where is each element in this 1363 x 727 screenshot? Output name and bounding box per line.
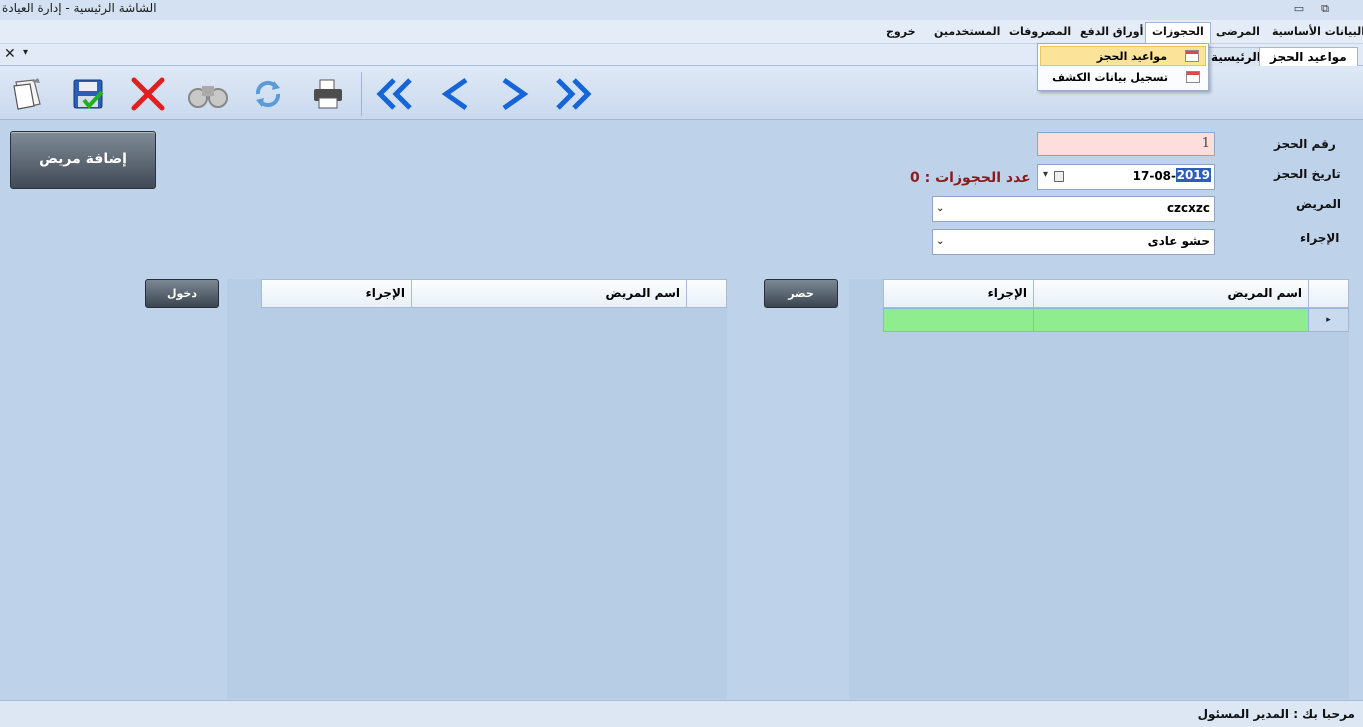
- booking-date-day-month: 17-08-: [1132, 169, 1176, 183]
- last-record-button[interactable]: [550, 74, 596, 114]
- add-patient-button[interactable]: إضافة مريض: [10, 131, 156, 189]
- minimize-icon[interactable]: ▭: [1290, 1, 1308, 17]
- menu-basic-data[interactable]: البيانات الأساسية: [1266, 23, 1363, 42]
- attended-grid: [227, 279, 727, 699]
- refresh-button[interactable]: [248, 74, 288, 114]
- menu-users[interactable]: المستخدمين: [928, 23, 1006, 42]
- table-row[interactable]: [1033, 308, 1309, 332]
- procedure-label: الإجراء: [1300, 231, 1340, 245]
- bookings-count: عدد الحجوزات : 0: [910, 170, 1031, 186]
- new-button[interactable]: [8, 74, 48, 114]
- previous-record-button[interactable]: [436, 74, 476, 114]
- window-title: الشاشة الرئيسية - إدارة العيادة: [2, 1, 157, 15]
- calendar-icon[interactable]: [1054, 171, 1064, 182]
- delete-button[interactable]: [128, 74, 168, 114]
- next-icon: [502, 77, 529, 111]
- calendar-icon: [1185, 50, 1199, 62]
- grid-column-patient-name[interactable]: اسم المريض: [1033, 279, 1309, 308]
- refresh-icon: [255, 80, 281, 108]
- print-button[interactable]: [308, 74, 348, 114]
- menu-payment-papers[interactable]: أوراق الدفع: [1074, 23, 1149, 42]
- bookings-count-value: 0: [910, 170, 920, 186]
- toolbar-separator: [361, 72, 362, 116]
- chevron-down-icon[interactable]: ▾: [23, 47, 28, 58]
- title-bar: الشاشة الرئيسية - إدارة العيادة ▭ ⧉: [0, 0, 1363, 20]
- booking-date-label: تاريخ الحجز: [1274, 167, 1341, 181]
- enter-button[interactable]: دخول: [145, 279, 219, 308]
- status-bar: مرحبا بك : المدير المسئول: [0, 700, 1363, 727]
- delete-icon: [131, 77, 165, 111]
- menu-exit[interactable]: خروج: [880, 23, 922, 42]
- bookings-dropdown-menu: مواعيد الحجز تسجيل بيانات الكشف: [1037, 43, 1209, 91]
- grid-column-patient-name[interactable]: اسم المريض: [411, 279, 687, 308]
- chevron-down-icon[interactable]: ⌄: [936, 236, 944, 247]
- restore-icon[interactable]: ⧉: [1316, 1, 1334, 17]
- new-icon: [13, 78, 41, 110]
- grid-column-procedure[interactable]: الإجراء: [261, 279, 412, 308]
- patient-value: czcxzc: [1166, 201, 1210, 215]
- procedure-select[interactable]: حشو عادى ⌄: [932, 229, 1215, 255]
- search-icon: [188, 86, 228, 108]
- chevron-down-icon[interactable]: ⌄: [936, 203, 944, 214]
- print-icon: [314, 79, 342, 109]
- first-record-button[interactable]: [372, 74, 418, 114]
- dropdown-item-record-examination[interactable]: تسجيل بيانات الكشف: [1040, 68, 1206, 88]
- booking-date-year: 2019: [1175, 168, 1211, 182]
- next-record-button[interactable]: [494, 74, 534, 114]
- menu-bookings[interactable]: الحجوزات: [1145, 22, 1211, 44]
- menu-expenses[interactable]: المصروفات: [1003, 23, 1077, 42]
- patient-select[interactable]: czcxzc ⌄: [932, 196, 1215, 222]
- booking-date-picker[interactable]: 2019 17-08- ▾: [1037, 164, 1215, 190]
- booking-number-label: رقم الحجز: [1274, 137, 1336, 151]
- grid-column-procedure[interactable]: الإجراء: [883, 279, 1034, 308]
- bookings-grid: [849, 279, 1349, 699]
- procedure-value: حشو عادى: [1147, 234, 1210, 248]
- row-selector-icon[interactable]: ▸: [1308, 308, 1349, 332]
- save-button[interactable]: [68, 74, 108, 114]
- search-button[interactable]: [186, 74, 228, 114]
- chevron-down-icon[interactable]: ▾: [1043, 169, 1048, 180]
- menu-patients[interactable]: المرضى: [1210, 23, 1266, 42]
- welcome-status: مرحبا بك : المدير المسئول: [1197, 707, 1355, 721]
- tab-booking-appointments[interactable]: مواعيد الحجز: [1259, 47, 1358, 66]
- save-icon: [73, 79, 104, 110]
- close-icon[interactable]: ✕: [4, 46, 16, 62]
- dropdown-item-label: مواعيد الحجز: [1096, 50, 1167, 63]
- first-icon: [376, 78, 412, 110]
- grid-row-header-corner: [1308, 279, 1349, 308]
- menu-bar: البيانات الأساسية المرضى الحجوزات أوراق …: [0, 20, 1363, 44]
- grid-row-header-corner: [686, 279, 727, 308]
- previous-icon: [441, 77, 468, 111]
- calendar-icon: [1186, 71, 1200, 83]
- booking-number-field[interactable]: 1: [1037, 132, 1215, 156]
- table-row[interactable]: [883, 308, 1034, 332]
- bookings-count-label: عدد الحجوزات :: [924, 170, 1031, 186]
- attended-button[interactable]: حضر: [764, 279, 838, 308]
- dropdown-item-label: تسجيل بيانات الكشف: [1052, 71, 1168, 84]
- dropdown-item-booking-appointments[interactable]: مواعيد الحجز: [1040, 46, 1206, 66]
- patient-label: المريض: [1296, 197, 1342, 211]
- last-icon: [556, 78, 592, 110]
